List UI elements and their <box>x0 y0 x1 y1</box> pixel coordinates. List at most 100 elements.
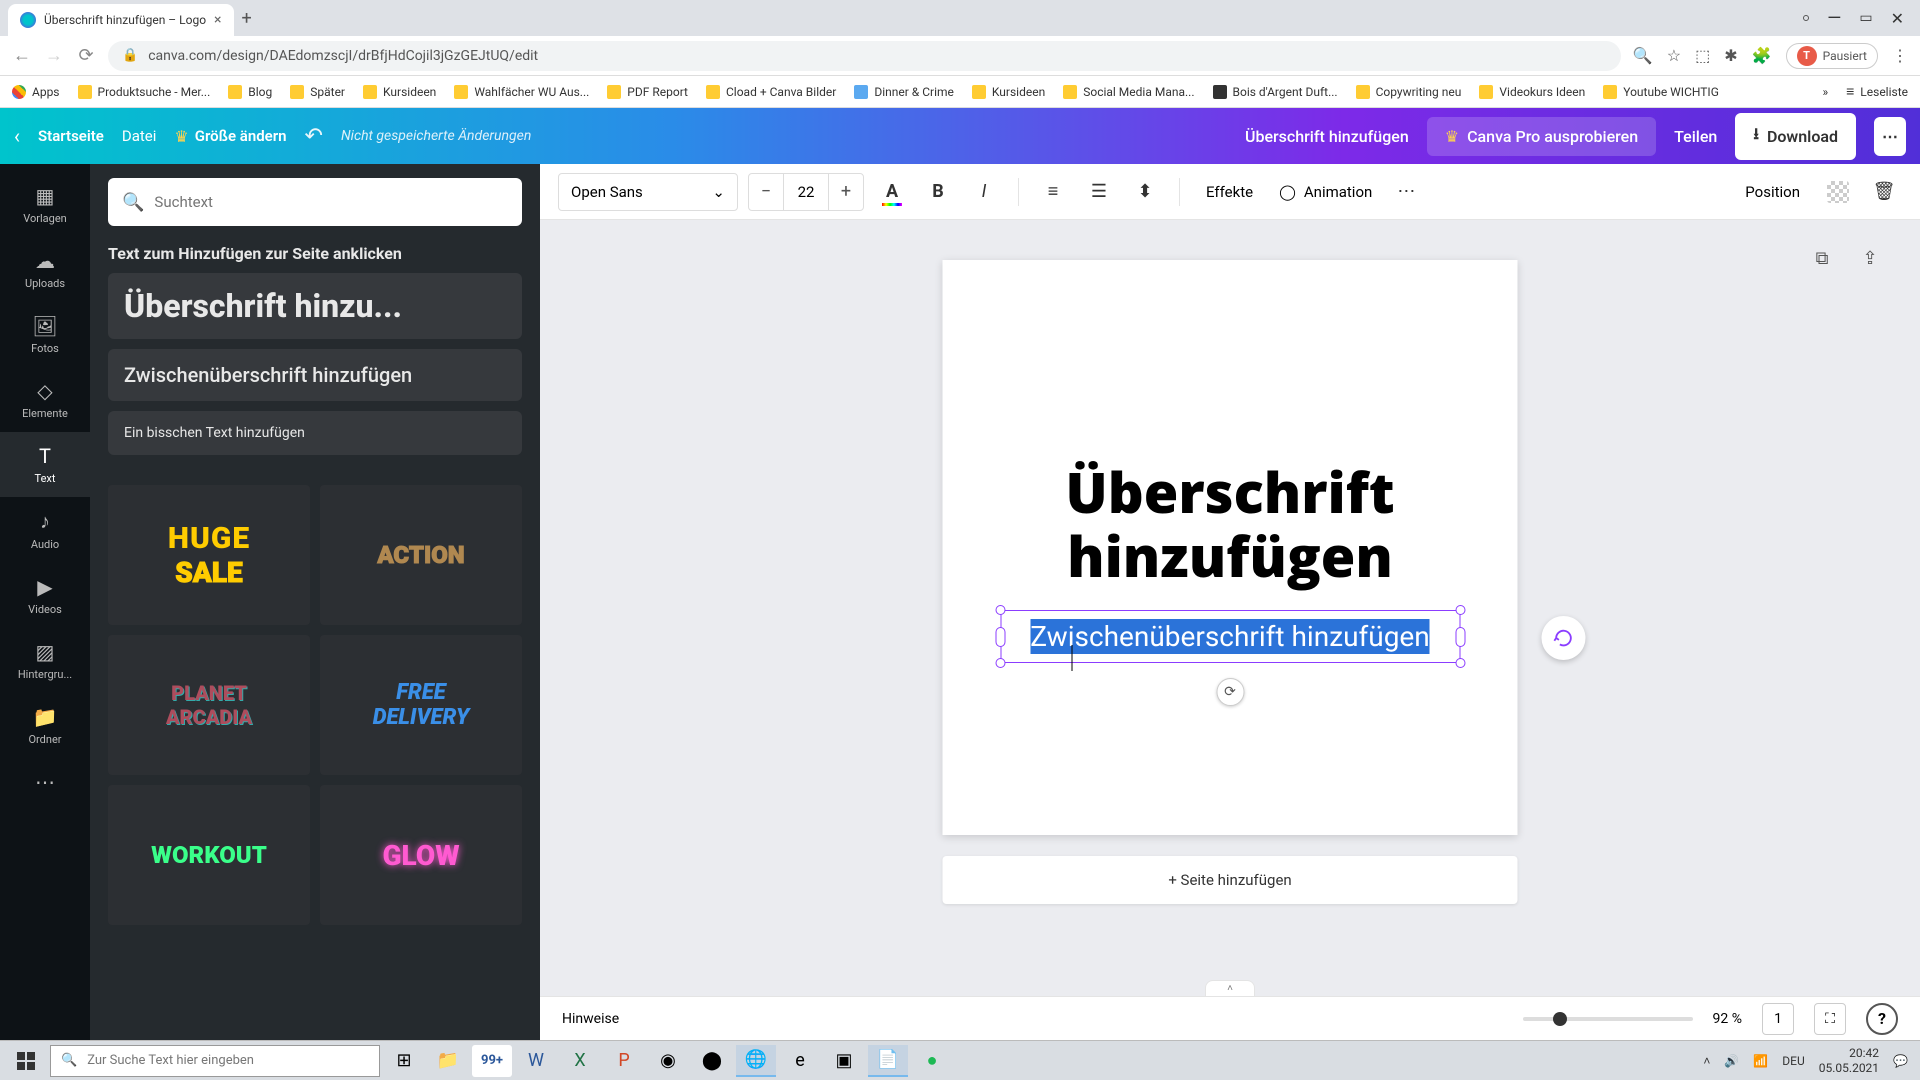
effects-button[interactable]: Effekte <box>1196 183 1263 201</box>
page-count-badge[interactable]: 1 <box>1762 1003 1794 1035</box>
file-menu[interactable]: Datei <box>122 127 157 145</box>
address-bar[interactable]: 🔒 canva.com/design/DAEdomzscjI/drBfjHdCo… <box>108 41 1621 71</box>
bookmark-item[interactable]: Bois d'Argent Duft... <box>1213 85 1338 99</box>
rail-elements[interactable]: ◇Elemente <box>0 367 90 432</box>
document-title[interactable]: Überschrift hinzufügen <box>1245 127 1409 146</box>
bookmark-item[interactable]: Blog <box>228 85 272 99</box>
extensions-icon[interactable]: 🧩 <box>1752 46 1772 65</box>
bookmark-item[interactable]: PDF Report <box>607 85 688 99</box>
bookmark-star-icon[interactable]: ☆ <box>1667 46 1681 65</box>
task-view-icon[interactable]: ⊞ <box>384 1045 424 1077</box>
bookmark-item[interactable]: Kursideen <box>363 85 436 99</box>
add-subheading-card[interactable]: Zwischenüberschrift hinzufügen <box>108 349 522 401</box>
maximize-icon[interactable]: ▭ <box>1859 10 1872 26</box>
share-button[interactable]: Teilen <box>1674 127 1717 146</box>
bookmark-item[interactable]: Dinner & Crime <box>854 85 954 99</box>
tray-notifications-icon[interactable]: 💬 <box>1893 1054 1908 1068</box>
taskbar-app-excel[interactable]: X <box>560 1045 600 1077</box>
resize-handle[interactable] <box>995 627 1005 647</box>
rail-text[interactable]: TText <box>0 432 90 497</box>
heading-text-element[interactable]: Überschrift hinzufügen <box>1000 460 1460 589</box>
taskbar-app-edge[interactable]: e <box>780 1045 820 1077</box>
profile-chip[interactable]: T Pausiert <box>1786 43 1878 69</box>
text-color-icon[interactable]: A <box>874 174 910 210</box>
tray-chevron-icon[interactable]: ˄ <box>1703 1054 1710 1068</box>
bookmark-apps[interactable]: Apps <box>12 85 60 99</box>
rail-photos[interactable]: 🖼Fotos <box>0 302 90 367</box>
taskbar-app-word[interactable]: W <box>516 1045 556 1077</box>
bookmark-item[interactable]: Kursideen <box>972 85 1045 99</box>
rail-templates[interactable]: ▦Vorlagen <box>0 172 90 237</box>
taskbar-app-chrome[interactable]: 🌐 <box>736 1045 776 1077</box>
search-box[interactable]: 🔍 <box>108 178 522 226</box>
taskbar-app-generic2[interactable]: ▣ <box>824 1045 864 1077</box>
rail-background[interactable]: ▨Hintergru... <box>0 628 90 693</box>
artboard[interactable]: Überschrift hinzufügen Zwischenüberschri… <box>943 260 1518 835</box>
close-tab-icon[interactable]: × <box>214 12 221 28</box>
home-link[interactable]: Startseite <box>38 127 104 145</box>
tray-datetime[interactable]: 20:42 05.05.2021 <box>1819 1046 1879 1075</box>
canvas-area[interactable]: ⧉ ⇪ Überschrift hinzufügen Zwischenübers… <box>540 220 1920 1040</box>
bookmark-item[interactable]: Später <box>290 85 345 99</box>
add-heading-card[interactable]: Überschrift hinzu... <box>108 273 522 339</box>
taskbar-app-spotify[interactable]: ● <box>912 1045 952 1077</box>
pro-button[interactable]: ♛ Canva Pro ausprobieren <box>1427 117 1656 156</box>
system-tray[interactable]: ˄ 🔊 📶 DEU 20:42 05.05.2021 💬 <box>1703 1046 1914 1075</box>
zoom-knob[interactable] <box>1553 1012 1567 1026</box>
zoom-slider[interactable] <box>1523 1017 1693 1021</box>
more-menu-icon[interactable]: ⋯ <box>1874 117 1906 156</box>
add-page-button[interactable]: + Seite hinzufügen <box>943 856 1518 904</box>
subheading-text-element[interactable]: Zwischenüberschrift hinzufügen <box>1001 611 1459 662</box>
bookmark-item[interactable]: Wahlfächer WU Aus... <box>454 85 589 99</box>
resize-handle[interactable] <box>995 605 1005 615</box>
tray-wifi-icon[interactable]: 📶 <box>1753 1054 1768 1068</box>
new-tab-button[interactable]: + <box>242 8 252 29</box>
toolbar-more-icon[interactable]: ⋯ <box>1388 174 1424 210</box>
ext1-icon[interactable]: ⬚ <box>1695 46 1710 65</box>
font-combo[interactable]: FREE DELIVERY <box>320 635 522 775</box>
bold-icon[interactable]: B <box>920 174 956 210</box>
font-combo[interactable]: ACTION <box>320 485 522 625</box>
resize-handle[interactable] <box>995 658 1005 668</box>
animation-button[interactable]: ◯ Animation <box>1273 183 1378 201</box>
tray-lang[interactable]: DEU <box>1782 1054 1804 1068</box>
position-button[interactable]: Position <box>1735 183 1810 201</box>
quick-action-fab[interactable] <box>1542 616 1586 660</box>
transparency-icon[interactable] <box>1820 174 1856 210</box>
bookmark-overflow[interactable]: » <box>1823 85 1829 99</box>
tray-volume-icon[interactable]: 🔊 <box>1724 1054 1739 1068</box>
font-combo[interactable]: HUGE SALE <box>108 485 310 625</box>
add-body-card[interactable]: Ein bisschen Text hinzufügen <box>108 411 522 455</box>
bookmark-item[interactable]: Videokurs Ideen <box>1479 85 1585 99</box>
bookmark-item[interactable]: Youtube WICHTIG <box>1603 85 1719 99</box>
bookmark-item[interactable]: Social Media Mana... <box>1063 85 1194 99</box>
account-dot-icon[interactable] <box>1803 15 1809 21</box>
ext2-icon[interactable]: ✱ <box>1724 46 1737 65</box>
help-icon[interactable]: ? <box>1866 1003 1898 1035</box>
reload-icon[interactable]: ⟳ <box>76 45 96 66</box>
undo-icon[interactable]: ↶ <box>305 124 323 149</box>
font-combo[interactable]: PLANET ARCADIA <box>108 635 310 775</box>
minimize-icon[interactable]: ― <box>1827 8 1841 29</box>
browser-tab[interactable]: Überschrift hinzufügen – Logo × <box>8 4 234 36</box>
align-icon[interactable]: ≡ <box>1035 174 1071 210</box>
rail-folders[interactable]: 📁Ordner <box>0 693 90 758</box>
taskbar-app-explorer[interactable]: 📁 <box>428 1045 468 1077</box>
resize-handle[interactable] <box>1455 658 1465 668</box>
search-input[interactable] <box>154 193 508 211</box>
share-page-icon[interactable]: ⇪ <box>1852 240 1888 276</box>
bookmark-item[interactable]: Copywriting neu <box>1356 85 1462 99</box>
page-strip-toggle[interactable]: ˄ <box>1205 980 1255 996</box>
home-back-icon[interactable]: ‹ <box>14 124 20 148</box>
bookmark-item[interactable]: Cload + Canva Bilder <box>706 85 836 99</box>
font-combo[interactable]: GLOW <box>320 785 522 925</box>
hints-label[interactable]: Hinweise <box>562 1011 619 1027</box>
back-icon[interactable]: ← <box>12 45 32 66</box>
taskbar-app-generic[interactable]: ◉ <box>648 1045 688 1077</box>
taskbar-app-notepad[interactable]: 📄 <box>868 1045 908 1077</box>
fullscreen-icon[interactable]: ⛶ <box>1814 1003 1846 1035</box>
list-icon[interactable]: ☰ <box>1081 174 1117 210</box>
resize-handle[interactable] <box>1455 605 1465 615</box>
resize-menu[interactable]: ♛ Größe ändern <box>174 127 286 146</box>
font-size-decrease[interactable]: − <box>749 181 783 202</box>
